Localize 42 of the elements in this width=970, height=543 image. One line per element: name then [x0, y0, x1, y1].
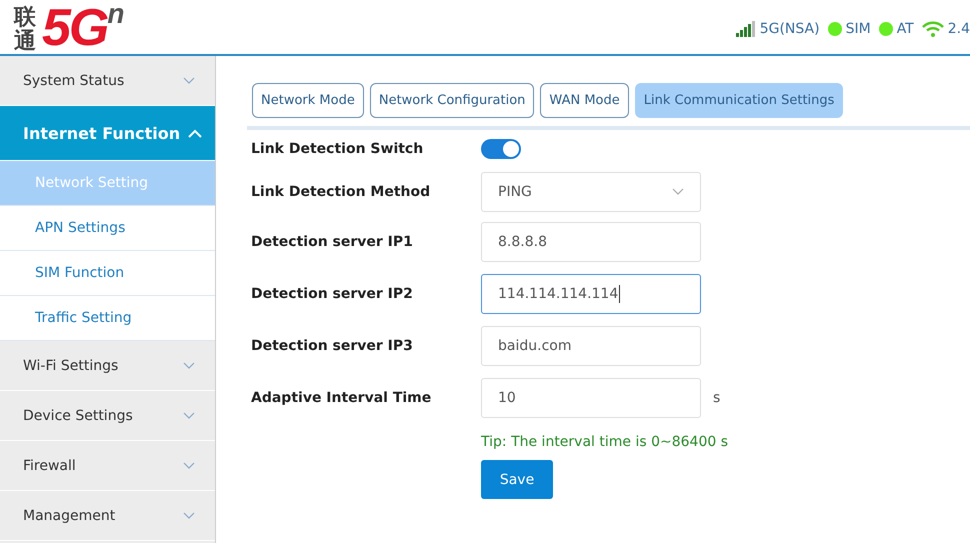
- wifi-icon: [922, 21, 944, 37]
- status-label: 2.4: [948, 21, 970, 37]
- unit-label: s: [713, 390, 720, 406]
- signal-strength-icon: [736, 21, 756, 37]
- sidebar-menu-item[interactable]: Management: [0, 491, 215, 541]
- toggle-switch[interactable]: [481, 138, 521, 158]
- input-field[interactable]: baidu.com: [481, 326, 701, 366]
- status-label: SIM: [846, 21, 871, 37]
- status-label: AT: [896, 21, 914, 37]
- sidebar-submenu-item[interactable]: SIM Function: [0, 251, 215, 296]
- chevron-up-icon: [188, 128, 202, 138]
- chevron-down-icon: [183, 362, 195, 369]
- field-label: Detection server IP3: [251, 338, 414, 354]
- logo-5g-text: 5G: [42, 2, 108, 54]
- logo-chinese-text: 联通: [14, 6, 36, 54]
- sidebar-menu-item[interactable]: Wi-Fi Settings: [0, 341, 215, 391]
- tab[interactable]: Network Mode: [252, 83, 364, 118]
- tab[interactable]: Link Communication Settings: [634, 83, 844, 118]
- tip-text: Tip: The interval time is 0~86400 s: [481, 434, 730, 450]
- sidebar-menu-item[interactable]: Device Settings: [0, 391, 215, 441]
- status-label: 5G(NSA): [760, 21, 820, 37]
- input-field[interactable]: 10: [481, 378, 701, 418]
- tab[interactable]: WAN Mode: [540, 83, 629, 118]
- field-label: Detection server IP1: [251, 234, 414, 250]
- tab[interactable]: Network Configuration: [370, 83, 534, 118]
- input-field[interactable]: 8.8.8.8: [481, 222, 701, 262]
- save-button[interactable]: Save: [481, 460, 553, 499]
- chevron-down-icon: [183, 512, 195, 519]
- chevron-down-icon: [183, 412, 195, 419]
- dropdown-select[interactable]: PING: [481, 172, 701, 212]
- field-label: Link Detection Switch: [251, 140, 424, 156]
- sidebar-menu-item[interactable]: Firewall: [0, 441, 215, 491]
- logo-superscript: n: [107, 0, 124, 28]
- input-field[interactable]: 114.114.114.114: [481, 274, 701, 314]
- chevron-down-icon: [183, 462, 195, 469]
- field-label: Detection server IP2: [251, 286, 414, 302]
- sidebar-submenu-item[interactable]: APN Settings: [0, 206, 215, 251]
- field-label: Adaptive Interval Time: [251, 390, 432, 406]
- chevron-down-icon: [672, 188, 684, 195]
- sidebar-submenu-item[interactable]: Traffic Setting: [0, 296, 215, 341]
- chevron-down-icon: [183, 77, 195, 84]
- field-label: Link Detection Method: [251, 184, 432, 200]
